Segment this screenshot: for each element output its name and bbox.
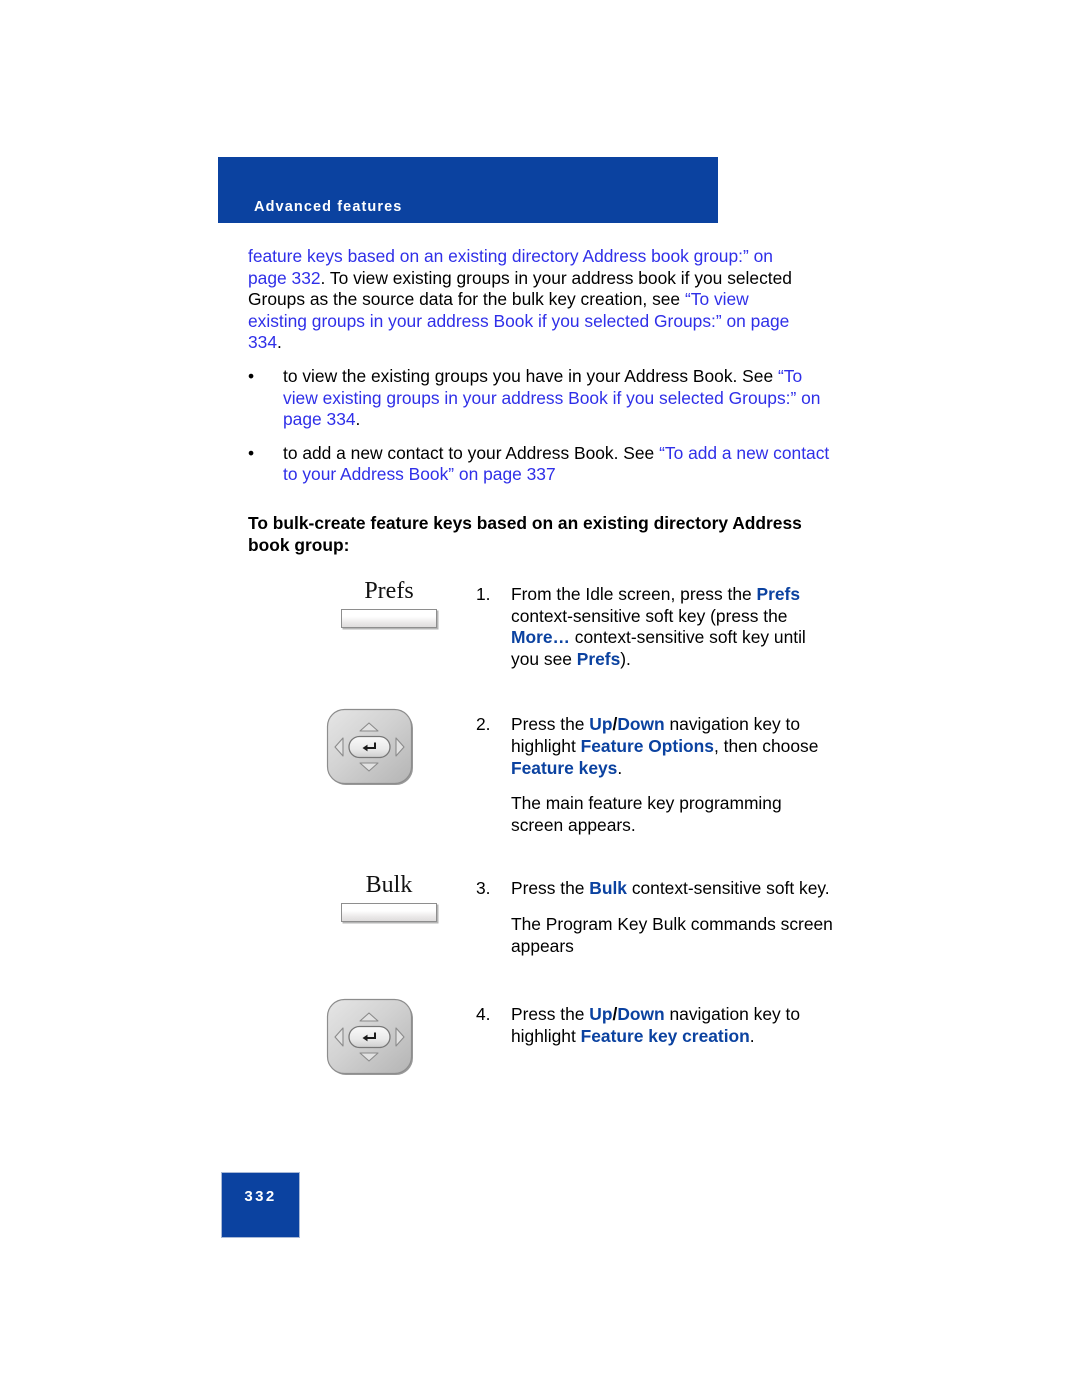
soft-key-graphic: Bulk <box>324 872 454 923</box>
emphasis-text: Feature Options <box>580 735 714 756</box>
procedure-steps: Prefs 1. From the Idle screen, press the P… <box>248 578 834 1080</box>
plain-text: context-sensitive soft key (press the <box>511 605 788 626</box>
step-paragraph: The Program Key Bulk commands screen app… <box>511 914 834 957</box>
step-illustration <box>248 998 476 1080</box>
bullet-plain-lead: to add a new contact to your Address Boo… <box>283 442 660 463</box>
step-number: 4. <box>476 1004 491 1025</box>
lead-paragraph: feature keys based on an existing direct… <box>248 246 799 354</box>
step-illustration <box>248 708 476 790</box>
step-paragraph: From the Idle screen, press the Prefs co… <box>511 584 834 670</box>
bullet-marker: • <box>248 442 255 463</box>
section-header-bar: Advanced features <box>218 157 718 223</box>
plain-text: From the Idle screen, press the <box>511 584 757 604</box>
emphasis-text: Up <box>589 1004 613 1025</box>
step-text: Press the Up/Down navigation key to high… <box>511 998 834 1047</box>
soft-key-label: Prefs <box>364 578 414 604</box>
soft-key-button[interactable] <box>341 903 437 923</box>
procedure-step: 2. Press the Up/Down navigation key to hi… <box>248 708 834 836</box>
plain-text: Press the <box>511 1004 590 1025</box>
navigation-key-graphic[interactable] <box>326 998 418 1080</box>
emphasis-text: Prefs <box>576 648 621 669</box>
plain-text: The main feature key programming screen … <box>511 793 782 835</box>
plain-text: Press the <box>511 878 590 899</box>
step-paragraph: Press the Bulk context-sensitive soft ke… <box>511 878 834 900</box>
step-number: 1. <box>476 584 491 604</box>
bullet-text: to view the existing groups you have in … <box>283 366 834 431</box>
soft-key-label: Bulk <box>365 872 413 899</box>
body-content: feature keys based on an existing direct… <box>248 246 834 556</box>
list-item: • to view the existing groups you have i… <box>248 366 834 431</box>
procedure-subheading: To bulk-create feature keys based on an … <box>248 512 802 555</box>
step-paragraph: Press the Up/Down navigation key to high… <box>511 714 834 779</box>
bullet-plain-tail: . <box>355 409 361 430</box>
emphasis-text: Feature keys <box>511 757 618 778</box>
bullet-text: to add a new contact to your Address Boo… <box>283 443 834 486</box>
procedure-step: 4. Press the Up/Down navigation key to hi… <box>248 998 834 1080</box>
list-item: • to add a new contact to your Address B… <box>248 443 834 486</box>
plain-text: , then choose <box>713 735 819 756</box>
procedure-step: Prefs 1. From the Idle screen, press the P… <box>248 578 834 670</box>
emphasis-text: Bulk <box>589 878 627 899</box>
plain-text: Press the <box>511 714 590 735</box>
step-illustration: Bulk <box>248 872 476 923</box>
plain-text: The Program Key Bulk commands screen app… <box>511 913 833 956</box>
step-paragraph: Press the Up/Down navigation key to high… <box>511 1004 834 1047</box>
soft-key-button[interactable] <box>341 609 437 628</box>
enter-arrow-icon <box>348 1025 391 1049</box>
emphasis-text: Prefs <box>756 584 801 604</box>
emphasis-text: Down <box>617 714 665 735</box>
section-header-label: Advanced features <box>254 199 403 215</box>
step-number: 3. <box>476 878 491 899</box>
lead-plain-2: . <box>277 332 282 353</box>
plain-text: context-sensitive soft key. <box>626 878 830 899</box>
emphasis-text: Feature key creation <box>580 1025 750 1046</box>
document-page: Advanced features feature keys based on … <box>0 0 1080 1397</box>
plain-text: . <box>617 757 623 778</box>
plain-text: . <box>749 1025 755 1046</box>
bullet-plain-lead: to view the existing groups you have in … <box>283 365 778 386</box>
step-text: From the Idle screen, press the Prefs co… <box>511 578 834 670</box>
enter-arrow-icon <box>348 736 391 759</box>
page-number-box: 332 <box>221 1172 300 1238</box>
plain-text: ). <box>620 648 631 669</box>
step-text: Press the Up/Down navigation key to high… <box>511 708 834 836</box>
step-paragraph: The main feature key programming screen … <box>511 793 834 836</box>
step-text: Press the Bulk context-sensitive soft ke… <box>511 872 834 957</box>
bullet-marker: • <box>248 365 255 386</box>
page-number: 332 <box>244 1188 277 1205</box>
soft-key-graphic: Prefs <box>324 578 454 628</box>
procedure-step: Bulk 3. Press the Bulk context-sensitive s… <box>248 872 834 957</box>
navigation-key-graphic[interactable] <box>326 708 418 790</box>
emphasis-text: Down <box>617 1004 665 1025</box>
emphasis-text: Up <box>589 714 613 735</box>
step-number: 2. <box>476 714 491 735</box>
step-illustration: Prefs <box>248 578 476 628</box>
emphasis-text: More… <box>511 627 570 648</box>
